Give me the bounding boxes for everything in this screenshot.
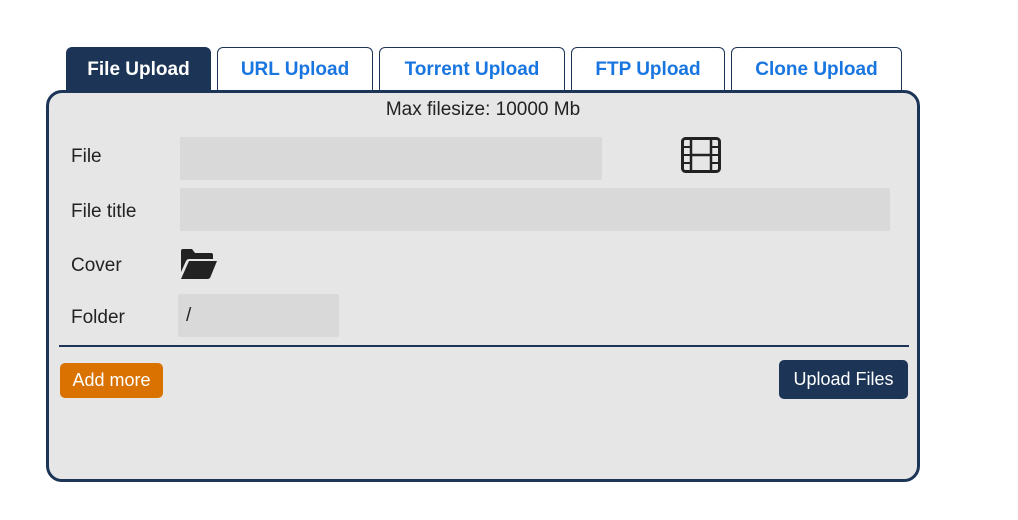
upload-files-button[interactable]: Upload Files [779,360,908,399]
file-upload-panel: Max filesize: 10000 Mb File File title C… [46,90,920,482]
file-label: File [71,146,102,167]
folder-label: Folder [71,307,125,328]
max-filesize-text: Max filesize: 10000 Mb [385,99,581,120]
tab-url-upload[interactable]: URL Upload [217,47,373,91]
add-more-button[interactable]: Add more [60,363,163,398]
tab-clone-upload[interactable]: Clone Upload [731,47,902,91]
tab-ftp-upload[interactable]: FTP Upload [571,47,725,91]
panel-divider [59,345,909,347]
cover-label: Cover [71,255,122,276]
file-title-label: File title [71,201,137,222]
file-title-input[interactable] [180,188,890,231]
upload-widget: File Upload URL Upload Torrent Upload FT… [0,0,1018,520]
tab-torrent-upload[interactable]: Torrent Upload [379,47,565,91]
folder-open-icon[interactable] [180,248,218,280]
file-input[interactable] [180,137,602,180]
folder-input[interactable] [178,294,339,337]
film-icon[interactable] [681,137,721,173]
upload-tabs: File Upload URL Upload Torrent Upload FT… [66,47,902,91]
tab-file-upload[interactable]: File Upload [66,47,211,91]
